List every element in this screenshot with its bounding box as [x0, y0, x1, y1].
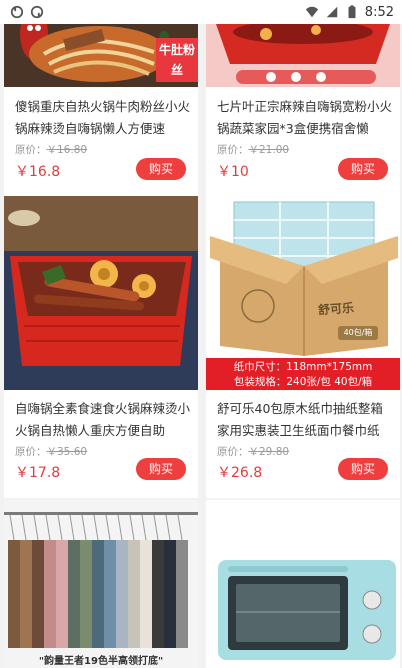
- buy-button[interactable]: 购买: [136, 458, 186, 480]
- sync-icon: [10, 5, 24, 19]
- product-card[interactable]: 牛肚粉丝 傻锅重庆自热火锅牛肉粉丝小火锅麻辣烫自嗨锅懒人方便速 原价：￥16.8…: [4, 24, 198, 204]
- sale-price: ￥17.8: [15, 465, 61, 481]
- box-brand: 舒可乐: [317, 300, 355, 318]
- original-price: 原价：￥21.00: [217, 142, 289, 157]
- product-image[interactable]: "韵量王者19色半高领打底": [4, 500, 198, 668]
- spec-bar: 纸巾尺寸：118mm*175mm 包装规格：240张/包 40包/箱: [206, 358, 400, 390]
- signal-icon: [326, 6, 338, 18]
- original-price-value: ￥21.00: [248, 144, 290, 156]
- product-grid: 牛肚粉丝 傻锅重庆自热火锅牛肉粉丝小火锅麻辣烫自嗨锅懒人方便速 原价：￥16.8…: [0, 24, 402, 668]
- product-image[interactable]: [206, 24, 400, 87]
- image-tag: 牛肚粉丝: [156, 38, 198, 82]
- sale-price: ￥16.8: [15, 164, 61, 180]
- sync-icon: [30, 5, 44, 19]
- box-count: 40包/箱: [343, 328, 373, 337]
- spec-size: 纸巾尺寸：118mm*175mm: [233, 361, 373, 373]
- original-price: 原价：￥16.80: [15, 142, 87, 157]
- hotpot-photo-icon: [4, 196, 198, 390]
- clothing-rack-photo-icon: [4, 500, 198, 648]
- buy-button[interactable]: 购买: [136, 158, 186, 180]
- status-left: [10, 5, 44, 19]
- original-price-label: 原价：: [217, 144, 249, 156]
- sale-price: ￥26.8: [217, 465, 263, 481]
- status-right: 8:52: [305, 5, 394, 20]
- battery-icon: [348, 5, 356, 19]
- spec-package: 包装规格：240张/包 40包/箱: [233, 376, 373, 388]
- product-title[interactable]: 七片叶正宗麻辣自嗨锅宽粉小火锅蔬菜家园*3盒便携宿舍懒: [217, 96, 392, 140]
- original-price-value: ￥29.80: [248, 446, 290, 458]
- product-image[interactable]: [206, 500, 400, 668]
- original-price-label: 原价：: [15, 446, 47, 458]
- product-title[interactable]: 自嗨锅全素食速食火锅麻辣烫小火锅自热懒人重庆方便自助: [15, 398, 190, 442]
- product-title[interactable]: 舒可乐40包原木纸巾抽纸整箱家用实惠装卫生纸面巾餐巾纸: [217, 398, 392, 442]
- product-image[interactable]: [4, 196, 198, 390]
- hotpot-box-photo-icon: [206, 24, 400, 87]
- product-card[interactable]: [206, 500, 400, 668]
- status-bar: 8:52: [0, 0, 402, 24]
- status-time: 8:52: [364, 4, 394, 20]
- product-card[interactable]: "韵量王者19色半高领打底": [4, 500, 198, 668]
- product-card[interactable]: 舒可乐 40包/箱 纸巾尺寸：118mm*175mm 包装规格：240张/包 4…: [206, 196, 400, 498]
- buy-button[interactable]: 购买: [338, 458, 388, 480]
- product-card[interactable]: 七片叶正宗麻辣自嗨锅宽粉小火锅蔬菜家园*3盒便携宿舍懒 原价：￥21.00 ￥1…: [206, 24, 400, 204]
- product-image[interactable]: 舒可乐 40包/箱 纸巾尺寸：118mm*175mm 包装规格：240张/包 4…: [206, 196, 400, 390]
- wifi-icon: [305, 6, 318, 18]
- image-caption: "韵量王者19色半高领打底": [38, 656, 164, 667]
- original-price-label: 原价：: [217, 446, 249, 458]
- original-price-label: 原价：: [15, 144, 47, 156]
- buy-button[interactable]: 购买: [338, 158, 388, 180]
- product-title[interactable]: 傻锅重庆自热火锅牛肉粉丝小火锅麻辣烫自嗨锅懒人方便速: [15, 96, 190, 140]
- original-price-value: ￥35.60: [46, 446, 88, 458]
- oven-photo-icon: [206, 500, 400, 668]
- original-price: 原价：￥35.60: [15, 444, 87, 459]
- original-price-value: ￥16.80: [46, 144, 88, 156]
- product-card[interactable]: 自嗨锅全素食速食火锅麻辣烫小火锅自热懒人重庆方便自助 原价：￥35.60 ￥17…: [4, 196, 198, 498]
- sale-price: ￥10: [217, 164, 249, 180]
- original-price: 原价：￥29.80: [217, 444, 289, 459]
- product-image[interactable]: 牛肚粉丝: [4, 24, 198, 87]
